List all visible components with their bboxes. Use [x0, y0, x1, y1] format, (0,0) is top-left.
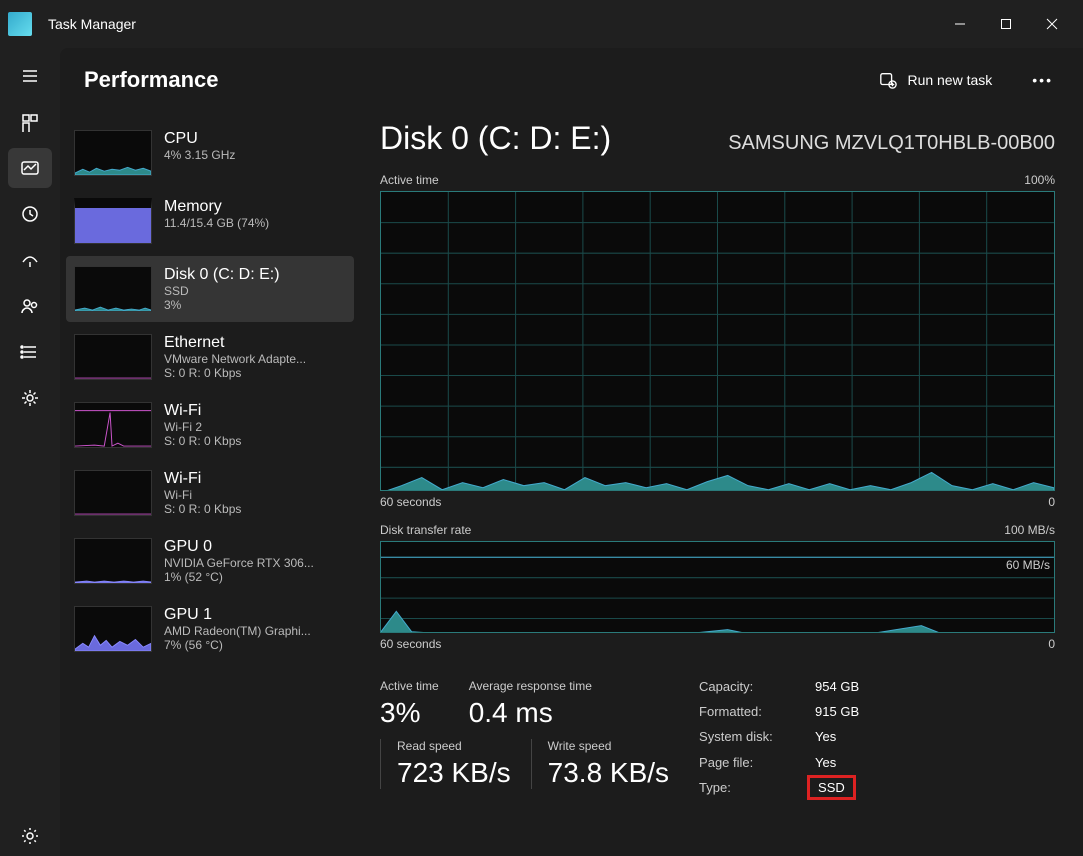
close-button[interactable]	[1029, 8, 1075, 40]
wifi-thumb	[74, 402, 152, 448]
meta-formatted-key: Formatted:	[699, 704, 799, 723]
services-icon[interactable]	[8, 378, 52, 418]
gpu-thumb	[74, 606, 152, 652]
page-title: Performance	[84, 67, 219, 93]
minimize-button[interactable]	[937, 8, 983, 40]
users-icon[interactable]	[8, 286, 52, 326]
meta-systemdisk-key: System disk:	[699, 729, 799, 748]
response-time-value: 0.4 ms	[469, 697, 592, 729]
active-time-label: Active time	[380, 679, 439, 693]
meta-type-val: SSD	[815, 780, 859, 799]
sidebar-item-sub2: S: 0 R: 0 Kbps	[164, 434, 241, 448]
meta-capacity-key: Capacity:	[699, 679, 799, 698]
transfer-rate-graph: 60 MB/s	[380, 541, 1055, 633]
read-speed-label: Read speed	[397, 739, 511, 753]
wifi-thumb	[74, 470, 152, 516]
disk-meta-table: Capacity: 954 GB Formatted: 915 GB Syste…	[699, 679, 859, 799]
meta-pagefile-val: Yes	[815, 755, 859, 774]
sidebar-item-sub: VMware Network Adapte...	[164, 352, 306, 366]
graph2-xright: 0	[1048, 637, 1055, 651]
sidebar-item-sub: NVIDIA GeForce RTX 306...	[164, 556, 314, 570]
sidebar-item-sub2: 3%	[164, 298, 280, 312]
run-new-task-label: Run new task	[907, 72, 992, 88]
graph1-max: 100%	[1024, 173, 1055, 187]
ethernet-thumb	[74, 334, 152, 380]
sidebar-item-sub: AMD Radeon(TM) Graphi...	[164, 624, 311, 638]
page-header: Performance Run new task •••	[60, 48, 1083, 112]
sidebar-item-sub: Wi-Fi	[164, 488, 241, 502]
graph1-xright: 0	[1048, 495, 1055, 509]
meta-formatted-val: 915 GB	[815, 704, 859, 723]
detail-panel: Disk 0 (C: D: E:) SAMSUNG MZVLQ1T0HBLB-0…	[360, 112, 1083, 856]
sidebar-item-title: Wi-Fi	[164, 470, 241, 488]
type-highlight: SSD	[807, 775, 856, 800]
sidebar-item-title: Memory	[164, 198, 269, 216]
graph2-ref: 60 MB/s	[1006, 558, 1050, 572]
disk-thumb	[74, 266, 152, 312]
read-speed-value: 723 KB/s	[397, 757, 511, 789]
run-new-task-button[interactable]: Run new task	[869, 65, 1002, 95]
details-icon[interactable]	[8, 332, 52, 372]
memory-thumb	[74, 198, 152, 244]
meta-pagefile-key: Page file:	[699, 755, 799, 774]
app-history-icon[interactable]	[8, 194, 52, 234]
maximize-button[interactable]	[983, 8, 1029, 40]
sidebar-item-title: GPU 1	[164, 606, 311, 624]
nav-rail	[0, 48, 60, 856]
meta-systemdisk-val: Yes	[815, 729, 859, 748]
sidebar-item-gpu0[interactable]: GPU 0 NVIDIA GeForce RTX 306... 1% (52 °…	[66, 528, 354, 594]
response-time-label: Average response time	[469, 679, 592, 693]
sidebar-item-gpu1[interactable]: GPU 1 AMD Radeon(TM) Graphi... 7% (56 °C…	[66, 596, 354, 662]
graph2-max: 100 MB/s	[1004, 523, 1055, 537]
sidebar-item-memory[interactable]: Memory 11.4/15.4 GB (74%)	[66, 188, 354, 254]
window-title: Task Manager	[48, 16, 136, 32]
cpu-thumb	[74, 130, 152, 176]
sidebar-item-sub2: S: 0 R: 0 Kbps	[164, 502, 241, 516]
performance-icon[interactable]	[8, 148, 52, 188]
sidebar-item-title: Wi-Fi	[164, 402, 241, 420]
graph1-xleft: 60 seconds	[380, 495, 441, 509]
sidebar-item-wifi-1[interactable]: Wi-Fi Wi-Fi 2 S: 0 R: 0 Kbps	[66, 392, 354, 458]
sidebar-item-sub: 11.4/15.4 GB (74%)	[164, 216, 269, 230]
sidebar-item-wifi-2[interactable]: Wi-Fi Wi-Fi S: 0 R: 0 Kbps	[66, 460, 354, 526]
sidebar-item-sub2: 7% (56 °C)	[164, 638, 311, 652]
active-time-graph	[380, 191, 1055, 491]
performance-sidebar: CPU 4% 3.15 GHz Memory 11.4/15.4 GB (74%…	[60, 112, 360, 856]
sidebar-item-sub2: S: 0 R: 0 Kbps	[164, 366, 306, 380]
gpu-thumb	[74, 538, 152, 584]
meta-capacity-val: 954 GB	[815, 679, 859, 698]
sidebar-item-title: Ethernet	[164, 334, 306, 352]
meta-type-key: Type:	[699, 780, 799, 799]
hamburger-icon[interactable]	[8, 56, 52, 96]
detail-title: Disk 0 (C: D: E:)	[380, 120, 611, 157]
titlebar: Task Manager	[0, 0, 1083, 48]
graph2-label: Disk transfer rate	[380, 523, 471, 537]
processes-icon[interactable]	[8, 102, 52, 142]
sidebar-item-title: CPU	[164, 130, 235, 148]
startup-icon[interactable]	[8, 240, 52, 280]
active-time-value: 3%	[380, 697, 439, 729]
sidebar-item-sub: 4% 3.15 GHz	[164, 148, 235, 162]
graph2-xleft: 60 seconds	[380, 637, 441, 651]
sidebar-item-ethernet[interactable]: Ethernet VMware Network Adapte... S: 0 R…	[66, 324, 354, 390]
sidebar-item-disk0[interactable]: Disk 0 (C: D: E:) SSD 3%	[66, 256, 354, 322]
more-options-button[interactable]: •••	[1026, 66, 1059, 94]
sidebar-item-cpu[interactable]: CPU 4% 3.15 GHz	[66, 120, 354, 186]
write-speed-label: Write speed	[548, 739, 669, 753]
sidebar-item-title: GPU 0	[164, 538, 314, 556]
write-speed-value: 73.8 KB/s	[548, 757, 669, 789]
app-icon	[8, 12, 32, 36]
sidebar-item-title: Disk 0 (C: D: E:)	[164, 266, 280, 284]
sidebar-item-sub2: 1% (52 °C)	[164, 570, 314, 584]
graph1-label: Active time	[380, 173, 439, 187]
settings-icon[interactable]	[8, 816, 52, 856]
sidebar-item-sub: Wi-Fi 2	[164, 420, 241, 434]
sidebar-item-sub: SSD	[164, 284, 280, 298]
detail-model: SAMSUNG MZVLQ1T0HBLB-00B00	[728, 132, 1055, 155]
